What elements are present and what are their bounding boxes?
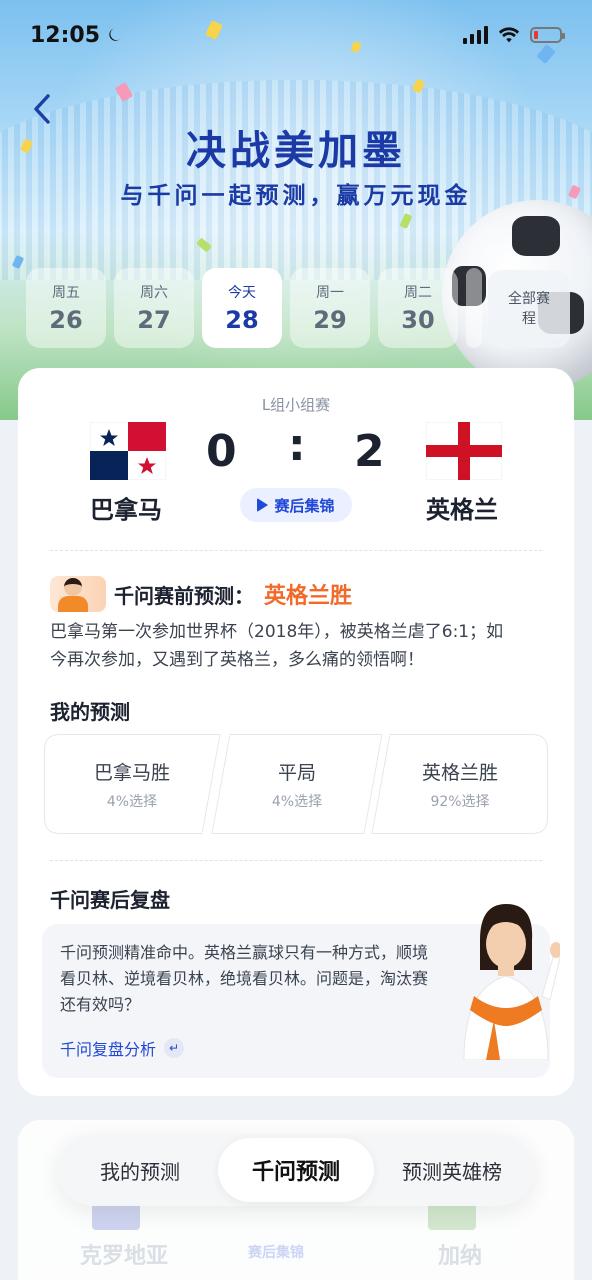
date-tab[interactable]: 周二 30 (378, 268, 458, 348)
moon-icon (109, 28, 122, 41)
match-group-label: L组小组赛 (261, 396, 331, 414)
date-tab-weekday: 周六 (140, 285, 168, 301)
date-tab-weekday: 今天 (228, 285, 256, 301)
away-team-name: 英格兰 (426, 496, 498, 524)
status-bar: 12:05 (0, 0, 592, 70)
date-tab-weekday: 周五 (52, 285, 80, 301)
play-icon (257, 498, 269, 512)
option-percent: 92%选择 (430, 793, 490, 810)
next-home-team: 克罗地亚 (80, 1244, 169, 1269)
divider (50, 860, 542, 861)
date-tab-day: 26 (49, 306, 83, 334)
match-card: L组小组赛 0 : 2 巴拿马 英格兰 赛后集锦 千问赛前预测： 英格兰胜 巴拿… (18, 368, 574, 1096)
signal-icon (463, 26, 488, 44)
back-button[interactable] (30, 92, 60, 126)
tab-my-prediction[interactable]: 我的预测 (62, 1138, 218, 1202)
review-link-label: 千问复盘分析 (60, 1040, 157, 1059)
option-draw[interactable]: 平局 4%选择 (212, 734, 382, 834)
score-separator: : (288, 420, 306, 471)
clock-text: 12:05 (30, 22, 101, 48)
ai-prediction-description: 巴拿马第一次参加世界杯（2018年），被英格兰虐了6:1；如今再次参加，又遇到了… (50, 622, 504, 670)
date-tab[interactable]: 周六 27 (114, 268, 194, 348)
option-label: 英格兰胜 (421, 761, 498, 784)
highlights-button[interactable]: 赛后集锦 (240, 488, 352, 522)
option-percent: 4%选择 (106, 793, 158, 810)
date-tab-day: 30 (401, 306, 435, 334)
option-label: 巴拿马胜 (93, 761, 170, 784)
assistant-character-illustration (463, 904, 560, 1060)
option-percent: 4%选择 (271, 793, 323, 810)
date-tab[interactable]: 周五 26 (26, 268, 106, 348)
croatia-flag-icon (92, 1202, 140, 1230)
battery-low-icon (530, 27, 565, 43)
review-analysis-link[interactable]: 千问复盘分析 ↵ (60, 1036, 185, 1060)
prediction-options: 巴拿马胜 4%选择 平局 4%选择 英格兰胜 92%选择 (44, 734, 548, 834)
date-tabs: 周五 26 周六 27 今天 28 周一 29 周二 30 (26, 268, 482, 348)
date-tab-day: 28 (225, 306, 259, 334)
ai-prediction-row: 千问赛前预测： 英格兰胜 (50, 576, 352, 612)
home-score: 0 (206, 426, 237, 477)
all-schedule-button[interactable]: 全部赛程 (488, 270, 570, 348)
date-tab-today[interactable]: 今天 28 (202, 268, 282, 348)
date-tab-day: 27 (137, 306, 171, 334)
option-away-win[interactable]: 英格兰胜 92%选择 (372, 734, 548, 834)
status-icons (463, 26, 565, 44)
page-subtitle: 与千问一起预测，赢万元现金 (120, 183, 472, 209)
next-highlights: 赛后集锦 (248, 1245, 304, 1261)
divider (50, 550, 542, 551)
highlights-label: 赛后集锦 (274, 496, 335, 515)
my-prediction-title: 我的预测 (50, 700, 130, 724)
page-title: 决战美加墨 (186, 128, 406, 174)
away-score: 2 (354, 426, 385, 477)
review-title: 千问赛后复盘 (50, 888, 170, 912)
ghana-flag-icon (428, 1202, 476, 1230)
bottom-tab-bar: 我的预测 千问预测 预测英雄榜 (58, 1134, 534, 1206)
chevron-left-icon (34, 94, 50, 124)
england-flag-icon (426, 422, 502, 480)
option-label: 平局 (277, 761, 316, 784)
date-tab-weekday: 周一 (316, 285, 344, 301)
date-tab-overflow (466, 268, 482, 348)
assistant-avatar (50, 576, 106, 612)
date-tab-weekday: 周二 (404, 285, 432, 301)
ai-prediction-result: 英格兰胜 (264, 584, 353, 609)
review-text: 千问预测精准命中。英格兰赢球只有一种方式，顺境看贝林、逆境看贝林，绝境看贝林。问… (60, 943, 429, 1014)
panama-flag-icon (90, 422, 166, 480)
ai-prediction-label: 千问赛前预测： (114, 583, 254, 608)
return-arrow-icon: ↵ (164, 1038, 185, 1058)
status-time: 12:05 (30, 23, 124, 48)
wifi-icon (498, 27, 520, 43)
date-tab[interactable]: 周一 29 (290, 268, 370, 348)
tab-ai-prediction[interactable]: 千问预测 (218, 1138, 374, 1202)
date-tab-day: 29 (313, 306, 347, 334)
option-home-win[interactable]: 巴拿马胜 4%选择 (44, 734, 220, 834)
tab-leaderboard[interactable]: 预测英雄榜 (374, 1138, 530, 1202)
next-away-team: 加纳 (438, 1244, 483, 1269)
home-team-name: 巴拿马 (90, 496, 162, 524)
